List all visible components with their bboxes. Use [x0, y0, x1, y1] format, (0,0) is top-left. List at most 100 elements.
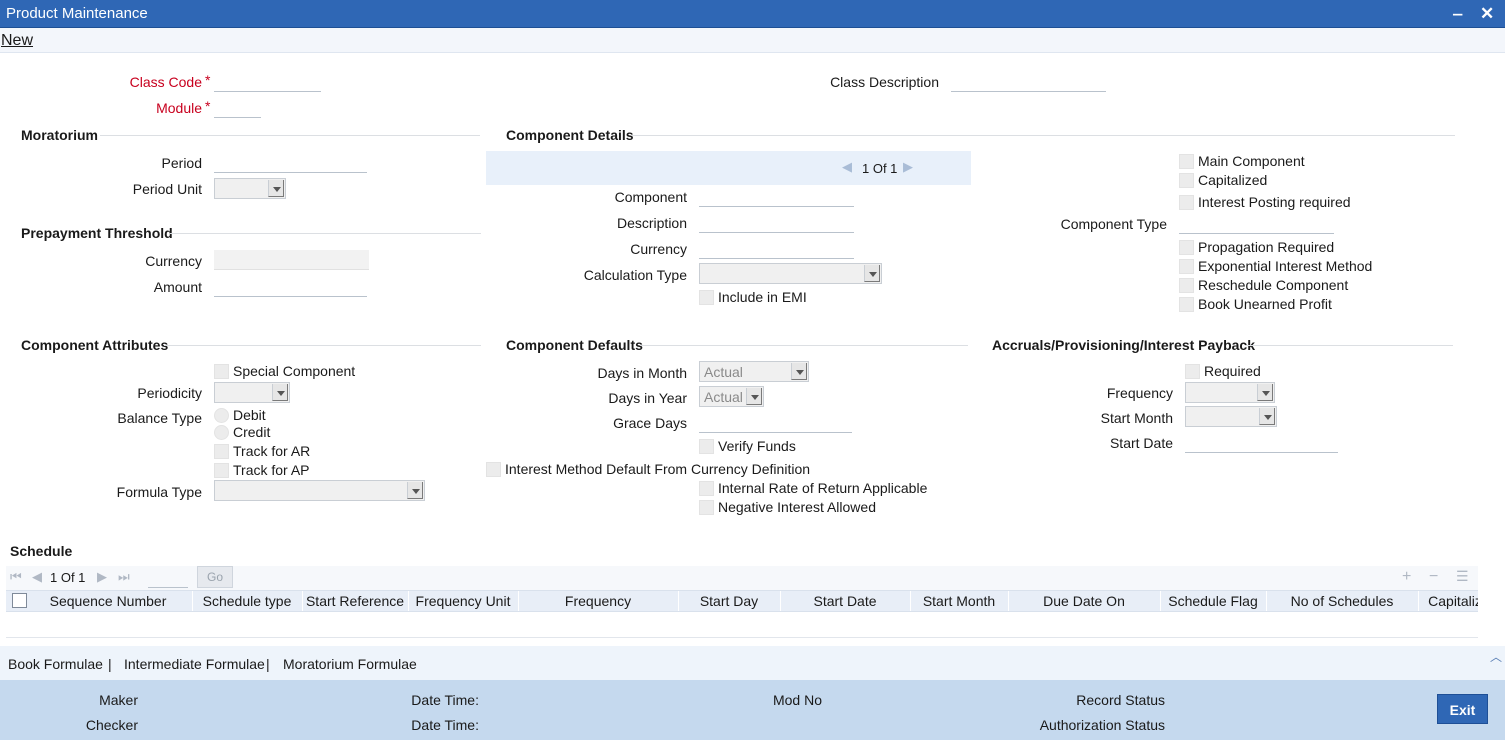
special-component-checkbox[interactable]	[214, 364, 229, 379]
accruals-required-checkbox[interactable]	[1185, 364, 1200, 379]
column-divider[interactable]	[1160, 591, 1161, 611]
calculation-type-select[interactable]	[699, 263, 882, 284]
column-divider[interactable]	[1418, 591, 1419, 611]
reschedule-checkbox[interactable]	[1179, 278, 1194, 293]
debit-radio[interactable]	[214, 408, 229, 423]
column-divider[interactable]	[518, 591, 519, 611]
exponential-label: Exponential Interest Method	[1198, 258, 1373, 274]
accruals-required-label: Required	[1204, 363, 1261, 379]
go-button[interactable]: Go	[197, 566, 233, 588]
moratorium-formulae-link[interactable]: Moratorium Formulae	[283, 656, 417, 672]
interest-method-checkbox[interactable]	[486, 462, 501, 477]
propagation-checkbox[interactable]	[1179, 240, 1194, 255]
period-label: Period	[161, 155, 202, 171]
component-details-title: Component Details	[506, 127, 634, 143]
capitalized-checkbox[interactable]	[1179, 173, 1194, 188]
chevron-down-icon	[272, 384, 288, 401]
previous-page-icon[interactable]: ◀	[32, 569, 42, 585]
column-divider[interactable]	[1266, 591, 1267, 611]
column-divider[interactable]	[678, 591, 679, 611]
grace-days-input[interactable]	[699, 413, 852, 433]
column-header[interactable]: No of Schedules	[1268, 593, 1416, 609]
column-header[interactable]: Due Date On	[1010, 593, 1158, 609]
exit-button[interactable]: Exit	[1437, 694, 1488, 724]
column-divider[interactable]	[780, 591, 781, 611]
periodicity-select[interactable]	[214, 382, 290, 403]
period-input[interactable]	[214, 153, 367, 173]
chevron-down-icon	[1259, 408, 1275, 425]
periodicity-label: Periodicity	[137, 385, 202, 401]
new-link[interactable]: New	[1, 32, 33, 50]
period-unit-select[interactable]	[214, 178, 286, 199]
exponential-checkbox[interactable]	[1179, 259, 1194, 274]
credit-radio[interactable]	[214, 425, 229, 440]
column-header[interactable]: Start Date	[782, 593, 908, 609]
class-description-input[interactable]	[951, 72, 1106, 92]
minimize-icon[interactable]: ‒	[1453, 4, 1462, 24]
column-divider[interactable]	[1008, 591, 1009, 611]
column-header[interactable]: Schedule type	[194, 593, 300, 609]
frequency-select[interactable]	[1185, 382, 1275, 403]
select-all-checkbox[interactable]	[12, 593, 27, 608]
negative-interest-checkbox[interactable]	[699, 500, 714, 515]
column-header[interactable]: Schedule Flag	[1162, 593, 1264, 609]
frequency-label: Frequency	[1106, 385, 1173, 401]
column-header[interactable]: Sequence Number	[36, 593, 180, 609]
book-unearned-checkbox[interactable]	[1179, 297, 1194, 312]
start-date-input[interactable]	[1185, 433, 1338, 453]
column-divider[interactable]	[192, 591, 193, 611]
formulae-links-bar: Book Formulae | Intermediate Formulae | …	[0, 646, 1505, 680]
chevron-down-icon	[746, 388, 762, 405]
next-icon[interactable]: ▶	[903, 159, 913, 175]
interest-posting-checkbox[interactable]	[1179, 195, 1194, 210]
accruals-title: Accruals/Provisioning/Interest Payback	[992, 337, 1255, 353]
main-component-checkbox[interactable]	[1179, 154, 1194, 169]
last-page-icon[interactable]: ⏭	[118, 569, 130, 585]
column-divider[interactable]	[408, 591, 409, 611]
prepayment-currency-input[interactable]	[214, 250, 369, 270]
class-description-label: Class Description	[830, 74, 939, 90]
track-ar-checkbox[interactable]	[214, 444, 229, 459]
verify-funds-checkbox[interactable]	[699, 439, 714, 454]
include-in-emi-checkbox[interactable]	[699, 290, 714, 305]
days-in-year-select[interactable]: Actual	[699, 386, 764, 407]
credit-label: Credit	[233, 424, 271, 440]
column-divider[interactable]	[302, 591, 303, 611]
next-page-icon[interactable]: ▶	[97, 569, 107, 585]
days-in-month-select[interactable]: Actual	[699, 361, 809, 382]
propagation-label: Propagation Required	[1198, 239, 1335, 255]
component-input[interactable]	[699, 187, 854, 207]
add-row-icon[interactable]: +	[1402, 568, 1411, 586]
delete-row-icon[interactable]: −	[1429, 568, 1438, 586]
class-code-input[interactable]	[214, 72, 321, 92]
first-page-icon[interactable]: ⏮	[10, 569, 22, 585]
component-type-input[interactable]	[1179, 214, 1334, 234]
book-formulae-link[interactable]: Book Formulae	[8, 656, 103, 672]
audit-footer: Maker Checker Date Time: Date Time: Mod …	[0, 680, 1505, 740]
collapse-up-icon[interactable]: ︿	[1490, 648, 1502, 665]
single-view-icon[interactable]: ☰	[1456, 568, 1469, 585]
module-input[interactable]	[214, 98, 261, 118]
close-icon[interactable]: ✕	[1480, 4, 1494, 24]
column-header[interactable]: Frequency Unit	[410, 593, 516, 609]
component-currency-input[interactable]	[699, 239, 854, 259]
page-number-input[interactable]	[148, 568, 188, 588]
column-header[interactable]: Frequency	[520, 593, 676, 609]
intermediate-formulae-link[interactable]: Intermediate Formulae	[124, 656, 265, 672]
column-header[interactable]: Start Month	[912, 593, 1006, 609]
module-label: Module	[156, 100, 202, 116]
irr-checkbox[interactable]	[699, 481, 714, 496]
column-header[interactable]: Capitaliz	[1420, 593, 1478, 609]
prepayment-amount-input[interactable]	[214, 277, 367, 297]
formula-type-select[interactable]	[214, 480, 425, 501]
description-input[interactable]	[699, 213, 854, 233]
class-code-required-mark: *	[205, 72, 211, 88]
previous-icon[interactable]: ◀	[842, 159, 852, 175]
column-header[interactable]: Start Reference	[304, 593, 406, 609]
column-header[interactable]: Start Day	[680, 593, 778, 609]
maker-date-time-label: Date Time:	[411, 692, 479, 708]
calculation-type-label: Calculation Type	[583, 267, 687, 283]
start-month-select[interactable]	[1185, 406, 1277, 427]
track-ap-checkbox[interactable]	[214, 463, 229, 478]
column-divider[interactable]	[910, 591, 911, 611]
